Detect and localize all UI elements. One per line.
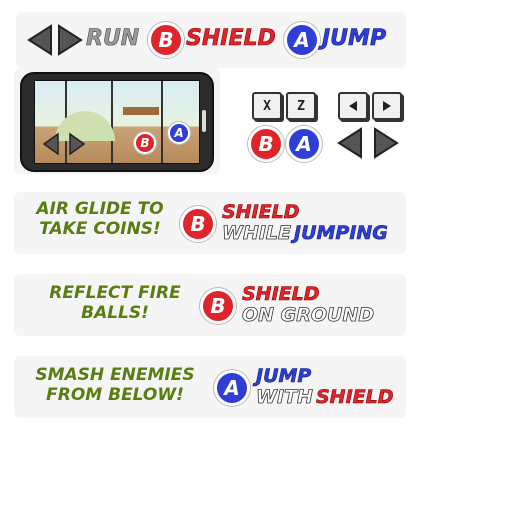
screen-divider — [161, 81, 163, 163]
tip-action-shield: SHIELD — [222, 201, 300, 223]
scenery-platform — [123, 107, 159, 115]
keyboard-left-arrow-icon — [337, 127, 362, 159]
key-z: Z — [286, 92, 316, 120]
tip-action-on-ground: ON GROUND — [242, 304, 375, 326]
tip-line: SMASH ENEMIES — [35, 365, 195, 385]
keyboard-right-arrow-icon — [374, 127, 399, 159]
screen-divider — [111, 81, 113, 163]
keyboard-b-button-icon: B — [248, 126, 284, 162]
tip-line: TAKE COINS! — [39, 218, 161, 239]
phone-home-button — [202, 110, 206, 132]
tip-action-jump: JUMP — [256, 365, 312, 387]
tip-action-while: WHILE — [222, 222, 292, 244]
tip-line: REFLECT FIRE — [49, 283, 181, 303]
shield-label: SHIELD — [186, 26, 276, 51]
tip-b-button-icon: B — [200, 288, 236, 324]
jump-label: JUMP — [322, 26, 387, 51]
tip-line: BALLS! — [81, 302, 149, 323]
tip-action-shield: SHIELD — [242, 283, 320, 305]
tip-a-button-icon: A — [214, 370, 250, 406]
tip-action-jumping: JUMPING — [294, 222, 389, 244]
tip-line: FROM BELOW! — [46, 384, 184, 405]
tip-line: AIR GLIDE TO — [36, 199, 164, 219]
run-label: RUN — [86, 26, 140, 51]
left-arrow-icon — [27, 24, 52, 56]
key-x: X — [252, 92, 282, 120]
phone-left-arrow-icon — [42, 132, 59, 156]
keyboard-a-button-icon: A — [286, 126, 322, 162]
tip-action-with: WITH — [256, 386, 314, 408]
key-right-arrow-icon — [372, 92, 402, 120]
tip-b-button-icon: B — [180, 206, 216, 242]
right-arrow-icon — [58, 24, 83, 56]
a-button-icon: A — [284, 22, 320, 58]
tip-reflect-fire-text: REFLECT FIRE BALLS! — [40, 283, 190, 323]
tip-action-shield-2: SHIELD — [316, 386, 394, 408]
phone-right-arrow-icon — [69, 132, 86, 156]
tip-smash-enemies-text: SMASH ENEMIES FROM BELOW! — [28, 365, 202, 405]
phone-a-button-icon: A — [168, 122, 190, 144]
tip-air-glide-text: AIR GLIDE TO TAKE COINS! — [28, 199, 172, 239]
phone-illustration: B A — [20, 72, 214, 172]
key-left-arrow-icon — [338, 92, 368, 120]
b-button-icon: B — [148, 22, 184, 58]
phone-b-button-icon: B — [134, 132, 156, 154]
